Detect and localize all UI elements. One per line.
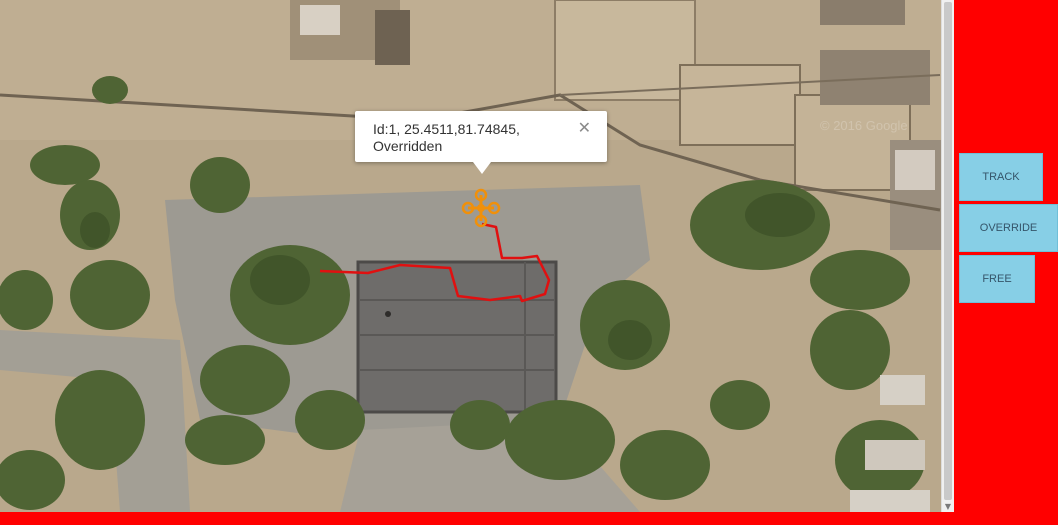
track-path — [319, 222, 551, 303]
scrollbar-thumb[interactable] — [944, 2, 952, 500]
drone-icon[interactable] — [461, 188, 501, 228]
info-window-text: Id:1, 25.4511,81.74845, Overridden — [373, 121, 573, 155]
map-view[interactable]: © 2016 Google Id:1, 25.4511,81.74845, Ov… — [0, 0, 941, 512]
drone-track — [319, 188, 551, 303]
vertical-scrollbar[interactable]: ▲ ▼ — [941, 0, 954, 512]
info-window: Id:1, 25.4511,81.74845, Overridden ✕ — [355, 111, 607, 174]
track-button[interactable]: TRACK — [959, 153, 1043, 201]
info-window-pointer — [473, 162, 491, 174]
close-icon[interactable]: ✕ — [578, 118, 591, 138]
info-window-coordinates: Id:1, 25.4511,81.74845, — [373, 121, 520, 137]
scroll-down-icon[interactable]: ▼ — [942, 502, 954, 512]
info-window-status: Overridden — [373, 138, 443, 154]
free-button[interactable]: FREE — [959, 255, 1035, 303]
override-button[interactable]: OVERRIDE — [959, 204, 1058, 252]
